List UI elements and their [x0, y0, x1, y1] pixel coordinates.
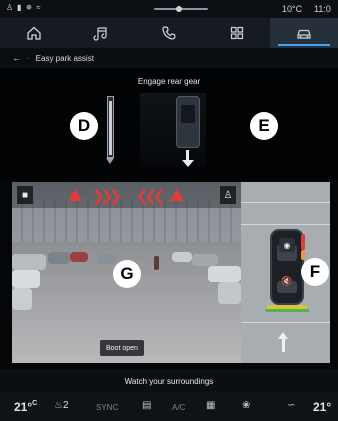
parked-car	[12, 254, 46, 270]
callout-e: E	[250, 112, 278, 140]
bluetooth-icon: ✵	[25, 3, 33, 12]
seat-heating-icon: ♨	[54, 400, 63, 411]
sensor-zone-orange	[301, 250, 305, 260]
warning-icon	[68, 189, 82, 201]
ac-button[interactable]: A/C	[172, 403, 185, 412]
nav-home[interactable]	[0, 18, 68, 48]
volume-knob[interactable]	[176, 6, 182, 12]
guidance-area: Engage rear gear D E	[0, 68, 338, 180]
camera-switch-icon[interactable]: ◉	[279, 238, 295, 252]
callout-d: D	[70, 112, 98, 140]
page-title: Easy park assist	[35, 53, 94, 63]
pedestrian-alert-icon[interactable]: ♙	[220, 186, 236, 204]
parked-car	[48, 252, 70, 264]
breadcrumb-separator: ·	[27, 53, 30, 63]
sensor-zone-red	[301, 234, 305, 250]
guidance-instruction: Engage rear gear	[137, 77, 201, 86]
left-temperature[interactable]: 21°C	[14, 400, 37, 414]
distance-gauge-fill	[109, 101, 112, 155]
heated-seat-right-icon[interactable]: ∽	[287, 400, 295, 411]
music-icon	[93, 27, 107, 41]
parking-line	[241, 202, 330, 203]
parking-line	[241, 224, 330, 225]
rear-camera-view: ■ ❯❯❯ ❮❮❮ ♙ Boot open G	[12, 182, 241, 363]
camera-warning-bar	[12, 182, 241, 208]
volume-slider[interactable]	[154, 6, 208, 12]
rear-defrost-icon[interactable]: ▤	[142, 400, 151, 411]
nav-phone[interactable]	[135, 18, 203, 48]
mute-icon[interactable]: 🔇	[279, 274, 295, 288]
person-icon: ♙	[6, 3, 14, 12]
clock: 11:0	[314, 4, 331, 14]
phone-icon	[162, 26, 176, 40]
parked-car	[12, 288, 32, 310]
parked-car	[70, 252, 88, 262]
nav-vehicle[interactable]	[270, 18, 338, 48]
battery-icon: ▮	[17, 3, 22, 12]
screen: ♙ ▮ ✵ ≈ 10°C 11:0 ← · Easy park assist E…	[0, 0, 338, 421]
sync-button[interactable]: SYNC	[96, 403, 118, 412]
parked-car	[12, 270, 40, 288]
breadcrumb: ← · Easy park assist	[0, 48, 338, 68]
climate-bar: 21°C ♨2 SYNC ▤ A/C ▦ ❀ ∽ 21°	[0, 393, 338, 421]
status-message: Watch your surroundings	[0, 369, 338, 393]
left-temperature-value: 21°	[14, 400, 33, 414]
seat-heating-level: 2	[62, 400, 69, 411]
car-icon	[297, 29, 311, 39]
boot-open-badge: Boot open	[100, 340, 144, 356]
top-down-view: ◉ 🔇 F	[241, 182, 330, 363]
reverse-arrow-head	[182, 160, 194, 167]
callout-g: G	[113, 260, 141, 288]
callout-f: F	[301, 258, 329, 286]
parking-line	[241, 322, 330, 323]
wifi-icon: ≈	[36, 3, 41, 12]
vehicle-icon	[176, 96, 200, 148]
main-nav	[0, 18, 338, 48]
outside-temperature: 10°C	[282, 4, 303, 14]
distance-gauge	[107, 96, 114, 158]
right-temperature[interactable]: 21°	[313, 400, 331, 414]
apps-icon	[230, 26, 243, 40]
seat-heating-button[interactable]: ♨2	[54, 400, 69, 411]
warning-icon	[170, 189, 184, 201]
parked-car	[172, 252, 192, 262]
parked-car	[98, 254, 116, 264]
front-defrost-icon[interactable]: ▦	[206, 400, 215, 411]
sensor-zone-green	[265, 309, 309, 312]
home-icon	[27, 26, 41, 40]
parked-car	[208, 266, 241, 282]
distance-gauge-tip	[106, 158, 114, 164]
camera-view-icon[interactable]: ■	[17, 186, 33, 204]
pedestrian	[154, 256, 159, 270]
parked-car	[218, 282, 241, 304]
status-icons: ♙ ▮ ✵ ≈	[6, 3, 41, 12]
nav-music[interactable]	[68, 18, 136, 48]
left-temperature-unit: C	[32, 400, 38, 407]
fan-icon[interactable]: ❀	[242, 400, 250, 411]
chevron-left-icon: ❮❮❮	[136, 188, 166, 205]
chevron-right-icon: ❯❯❯	[92, 188, 122, 205]
status-bar: ♙ ▮ ✵ ≈ 10°C 11:0	[0, 0, 338, 18]
forward-arrow-stem	[282, 338, 285, 352]
back-arrow-icon[interactable]: ←	[12, 53, 21, 63]
parked-car	[192, 254, 218, 266]
nav-apps[interactable]	[203, 18, 271, 48]
